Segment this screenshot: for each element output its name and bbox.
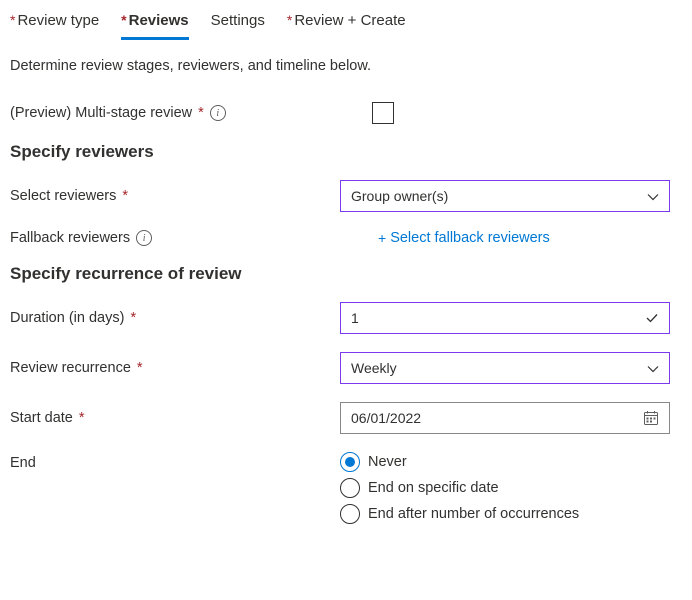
- page-subtitle: Determine review stages, reviewers, and …: [10, 58, 682, 74]
- required-asterisk: *: [137, 360, 143, 376]
- chevron-down-icon: [647, 362, 659, 374]
- check-icon: [645, 311, 659, 325]
- select-reviewers-label-group: Select reviewers *: [10, 188, 340, 204]
- required-asterisk: *: [121, 12, 126, 28]
- tab-settings[interactable]: Settings: [211, 8, 265, 40]
- info-icon[interactable]: i: [136, 230, 152, 246]
- end-radio-group: Never End on specific date End after num…: [340, 452, 670, 524]
- info-icon[interactable]: i: [210, 105, 226, 121]
- tab-label: Review + Create: [294, 12, 405, 29]
- select-reviewers-label: Select reviewers: [10, 188, 116, 204]
- multi-stage-checkbox[interactable]: [372, 102, 394, 124]
- duration-label: Duration (in days): [10, 310, 124, 326]
- select-reviewers-row: Select reviewers * Group owner(s): [10, 180, 682, 212]
- recurrence-label-group: Review recurrence *: [10, 360, 340, 376]
- multi-stage-label-group: (Preview) Multi-stage review * i: [10, 105, 340, 121]
- select-fallback-reviewers-link[interactable]: + Select fallback reviewers: [340, 230, 550, 246]
- end-radio-never-label: Never: [368, 454, 407, 470]
- radio-icon: [340, 478, 360, 498]
- recurrence-value: Weekly: [351, 360, 397, 376]
- required-asterisk: *: [198, 105, 204, 121]
- required-asterisk: *: [10, 12, 15, 28]
- start-date-picker[interactable]: 06/01/2022: [340, 402, 670, 434]
- chevron-down-icon: [647, 190, 659, 202]
- end-radio-never[interactable]: Never: [340, 452, 670, 472]
- recurrence-row: Review recurrence * Weekly: [10, 352, 682, 384]
- multi-stage-row: (Preview) Multi-stage review * i: [10, 102, 682, 124]
- duration-row: Duration (in days) * 1: [10, 302, 682, 334]
- end-label-group: End: [10, 452, 340, 471]
- recurrence-label: Review recurrence: [10, 360, 131, 376]
- end-label: End: [10, 455, 36, 471]
- required-asterisk: *: [130, 310, 136, 326]
- start-date-value: 06/01/2022: [351, 410, 421, 426]
- radio-icon: [340, 504, 360, 524]
- section-specify-recurrence: Specify recurrence of review: [10, 264, 682, 284]
- section-specify-reviewers: Specify reviewers: [10, 142, 682, 162]
- tab-reviews[interactable]: *Reviews: [121, 8, 189, 40]
- tab-bar: *Review type *Reviews Settings *Review +…: [10, 8, 682, 40]
- start-date-row: Start date * 06/01/2022: [10, 402, 682, 434]
- end-radio-specific-date-label: End on specific date: [368, 480, 499, 496]
- select-reviewers-value: Group owner(s): [351, 188, 448, 204]
- multi-stage-label: (Preview) Multi-stage review: [10, 105, 192, 121]
- tab-label: Reviews: [129, 12, 189, 29]
- duration-label-group: Duration (in days) *: [10, 310, 340, 326]
- start-date-label: Start date: [10, 410, 73, 426]
- required-asterisk: *: [79, 410, 85, 426]
- duration-combobox[interactable]: 1: [340, 302, 670, 334]
- end-radio-specific-date[interactable]: End on specific date: [340, 478, 670, 498]
- radio-icon: [340, 452, 360, 472]
- tab-review-type[interactable]: *Review type: [10, 8, 99, 40]
- required-asterisk: *: [122, 188, 128, 204]
- plus-icon: +: [378, 230, 386, 246]
- tab-review-create[interactable]: *Review + Create: [287, 8, 406, 40]
- end-row: End Never End on specific date End after…: [10, 452, 682, 524]
- fallback-reviewers-label-group: Fallback reviewers i: [10, 230, 340, 246]
- end-radio-occurrences[interactable]: End after number of occurrences: [340, 504, 670, 524]
- tab-label: Review type: [17, 12, 99, 29]
- start-date-label-group: Start date *: [10, 410, 340, 426]
- calendar-icon: [643, 410, 659, 426]
- end-radio-occurrences-label: End after number of occurrences: [368, 506, 579, 522]
- recurrence-dropdown[interactable]: Weekly: [340, 352, 670, 384]
- select-reviewers-dropdown[interactable]: Group owner(s): [340, 180, 670, 212]
- fallback-reviewers-label: Fallback reviewers: [10, 230, 130, 246]
- tab-label: Settings: [211, 12, 265, 29]
- duration-value: 1: [351, 310, 359, 326]
- required-asterisk: *: [287, 12, 292, 28]
- fallback-reviewers-row: Fallback reviewers i + Select fallback r…: [10, 230, 682, 246]
- fallback-reviewers-link-text: Select fallback reviewers: [390, 230, 550, 246]
